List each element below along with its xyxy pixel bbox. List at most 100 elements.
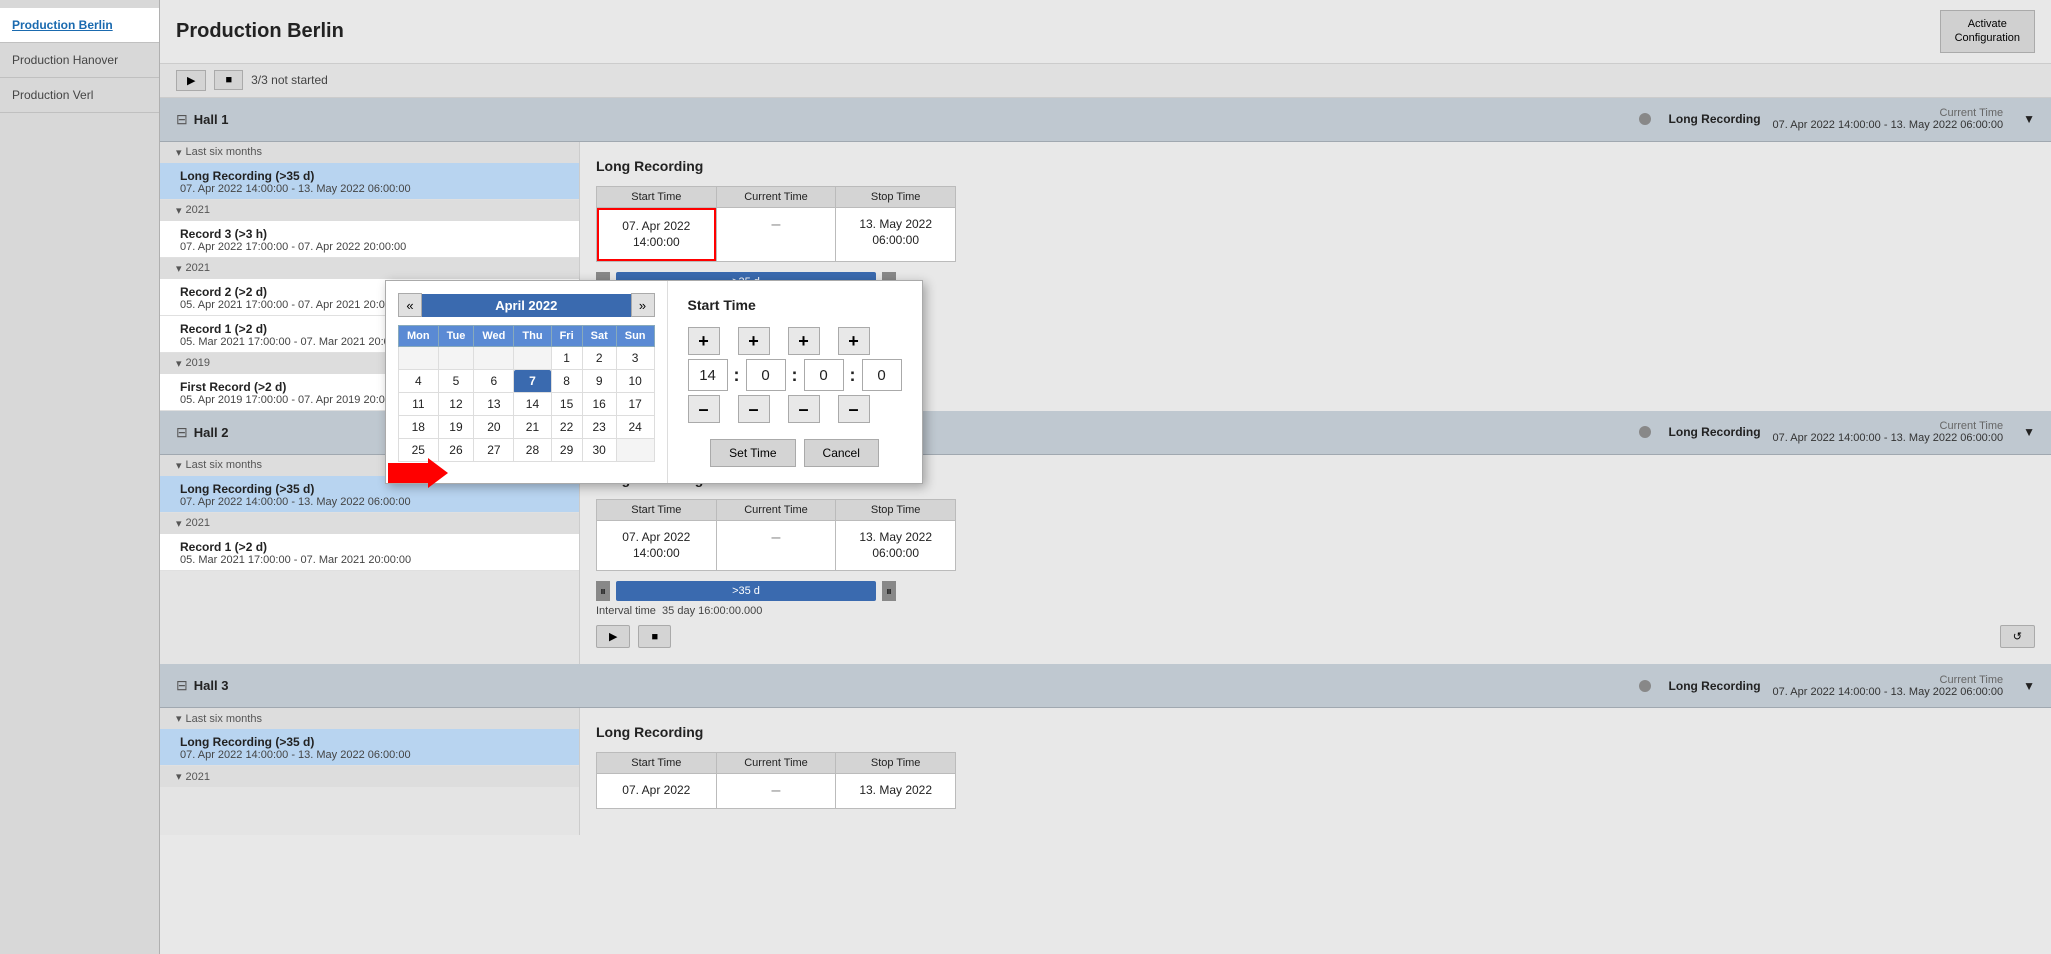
- stop-button[interactable]: ■: [214, 70, 243, 90]
- calendar-next-btn[interactable]: »: [631, 293, 655, 317]
- time-picker-value-row: 14 : 0 : 0 : 0: [688, 359, 902, 391]
- hall2-start-time-col: Start Time 07. Apr 2022 14:00:00: [597, 500, 717, 571]
- second-dec-btn[interactable]: –: [788, 395, 820, 423]
- cal-day-11[interactable]: 11: [399, 393, 439, 416]
- hall2-start-time-value[interactable]: 07. Apr 2022 14:00:00: [597, 521, 716, 571]
- cal-day-6[interactable]: 6: [474, 370, 514, 393]
- cal-day-30[interactable]: 30: [582, 439, 616, 462]
- hall1-group-2021a[interactable]: ▾ 2021: [160, 200, 579, 221]
- minute-value[interactable]: 0: [746, 359, 786, 391]
- hall2-play-btn[interactable]: ▶: [596, 625, 630, 648]
- hall3-recording-label: Long Recording: [1669, 679, 1761, 693]
- hall3-recording-item-long-recording[interactable]: Long Recording (>35 d) 07. Apr 2022 14:0…: [160, 729, 579, 766]
- cal-day-8[interactable]: 8: [551, 370, 582, 393]
- hall3-group-last-six-months[interactable]: ▾ Last six months: [160, 708, 579, 729]
- cal-day-26[interactable]: 26: [438, 439, 474, 462]
- cal-day-25[interactable]: 25: [399, 439, 439, 462]
- hall1-stop-time-col: Stop Time 13. May 2022 06:00:00: [836, 187, 955, 262]
- hall1-start-time-value[interactable]: 07. Apr 2022 14:00:00: [597, 208, 716, 262]
- hall3-stop-time-value[interactable]: 13. May 2022: [836, 774, 955, 807]
- cal-day-9[interactable]: 9: [582, 370, 616, 393]
- cal-day-4[interactable]: 4: [399, 370, 439, 393]
- sidebar: Production Berlin Production Hanover Pro…: [0, 0, 160, 954]
- hall1-recording-label: Long Recording: [1669, 112, 1761, 126]
- cal-day-1[interactable]: 1: [551, 347, 582, 370]
- minute-inc-btn[interactable]: +: [738, 327, 770, 355]
- hall2-chevron-icon[interactable]: ▼: [2023, 425, 2035, 439]
- hall2-start-time-header: Start Time: [597, 500, 716, 521]
- hall1-group-2021b[interactable]: ▾ 2021: [160, 258, 579, 279]
- minute-dec-btn[interactable]: –: [738, 395, 770, 423]
- hall3-group-2021[interactable]: ▾ 2021: [160, 766, 579, 787]
- calendar-prev-btn[interactable]: «: [398, 293, 422, 317]
- cal-day-17[interactable]: 17: [616, 393, 654, 416]
- cal-day-14[interactable]: 14: [514, 393, 551, 416]
- cal-day-27[interactable]: 27: [474, 439, 514, 462]
- cal-day-28[interactable]: 28: [514, 439, 551, 462]
- sidebar-item-production-hanover[interactable]: Production Hanover: [0, 43, 159, 78]
- hall3-start-time-value[interactable]: 07. Apr 2022: [597, 774, 716, 807]
- hall2-recording-item-record1[interactable]: Record 1 (>2 d) 05. Mar 2021 17:00:00 - …: [160, 534, 579, 571]
- time-picker-dec-row: – – – –: [688, 395, 902, 423]
- ms-inc-btn[interactable]: +: [838, 327, 870, 355]
- stop-icon: ■: [651, 631, 658, 643]
- cal-day-19[interactable]: 19: [438, 416, 474, 439]
- cal-day-24[interactable]: 24: [616, 416, 654, 439]
- hour-dec-btn[interactable]: –: [688, 395, 720, 423]
- calendar-month-year: April 2022: [422, 294, 631, 317]
- hall2-refresh-btn[interactable]: ↺: [2000, 625, 2035, 648]
- cal-day-20[interactable]: 20: [474, 416, 514, 439]
- hall3-header[interactable]: ⊟ Hall 3 Long Recording Current Time 07.…: [160, 664, 2051, 708]
- hall2-current-time-label: Current Time: [1940, 420, 2004, 432]
- hall3-expand-icon: ⊟: [176, 677, 188, 694]
- hall1-stop-time-value[interactable]: 13. May 2022 06:00:00: [836, 208, 955, 258]
- cal-day-21[interactable]: 21: [514, 416, 551, 439]
- cancel-button[interactable]: Cancel: [804, 439, 879, 467]
- hall1-chevron-icon[interactable]: ▼: [2023, 112, 2035, 126]
- hall2-recording-label: Long Recording: [1669, 425, 1761, 439]
- cal-day-29[interactable]: 29: [551, 439, 582, 462]
- time-picker-actions: Set Time Cancel: [688, 439, 902, 467]
- calendar-section: « April 2022 » Mon Tue Wed Thu Fri Sat S…: [386, 281, 668, 483]
- ms-dec-btn[interactable]: –: [838, 395, 870, 423]
- play-button[interactable]: ▶: [176, 70, 206, 91]
- hall2-recording-list: ▾ Last six months Long Recording (>35 d)…: [160, 455, 580, 665]
- hall1-group-last-six-months[interactable]: ▾ Last six months: [160, 142, 579, 163]
- set-time-button[interactable]: Set Time: [710, 439, 795, 467]
- cal-day-2[interactable]: 2: [582, 347, 616, 370]
- cal-day-12[interactable]: 12: [438, 393, 474, 416]
- ms-value[interactable]: 0: [862, 359, 902, 391]
- hall2-pause-right-btn[interactable]: ⏸: [882, 581, 896, 601]
- cal-day-5[interactable]: 5: [438, 370, 474, 393]
- hall3-start-time-col: Start Time 07. Apr 2022: [597, 753, 717, 808]
- hour-value[interactable]: 14: [688, 359, 728, 391]
- cal-day-23[interactable]: 23: [582, 416, 616, 439]
- hall2-group-2021[interactable]: ▾ 2021: [160, 513, 579, 534]
- cal-day-7[interactable]: 7: [514, 370, 551, 393]
- hall2-stop-btn[interactable]: ■: [638, 625, 671, 648]
- hour-inc-btn[interactable]: +: [688, 327, 720, 355]
- hall2-pause-left-btn[interactable]: ⏸: [596, 581, 610, 601]
- hall1-header[interactable]: ⊟ Hall 1 Long Recording Current Time 07.…: [160, 98, 2051, 142]
- cal-day-13[interactable]: 13: [474, 393, 514, 416]
- cal-day-3[interactable]: 3: [616, 347, 654, 370]
- second-value[interactable]: 0: [804, 359, 844, 391]
- hall2-current-time-col: Current Time –: [717, 500, 837, 571]
- sidebar-item-production-verl[interactable]: Production Verl: [0, 78, 159, 113]
- activate-config-button[interactable]: Activate Configuration: [1940, 10, 2035, 53]
- hall1-recording-item-long-recording[interactable]: Long Recording (>35 d) 07. Apr 2022 14:0…: [160, 163, 579, 200]
- cal-day-empty: [474, 347, 514, 370]
- sidebar-item-production-berlin[interactable]: Production Berlin: [0, 8, 159, 43]
- hall3-chevron-icon[interactable]: ▼: [2023, 679, 2035, 693]
- hall2-stop-time-value[interactable]: 13. May 2022 06:00:00: [836, 521, 955, 571]
- cal-day-16[interactable]: 16: [582, 393, 616, 416]
- hall2-detail-panel: Long Recording Start Time 07. Apr 2022 1…: [580, 455, 2051, 665]
- cal-day-10[interactable]: 10: [616, 370, 654, 393]
- hall1-recording-item-record3[interactable]: Record 3 (>3 h) 07. Apr 2022 17:00:00 - …: [160, 221, 579, 258]
- cal-day-18[interactable]: 18: [399, 416, 439, 439]
- chevron-down-icon: ▾: [176, 146, 182, 159]
- page-title: Production Berlin: [176, 20, 1928, 43]
- second-inc-btn[interactable]: +: [788, 327, 820, 355]
- cal-day-15[interactable]: 15: [551, 393, 582, 416]
- cal-day-22[interactable]: 22: [551, 416, 582, 439]
